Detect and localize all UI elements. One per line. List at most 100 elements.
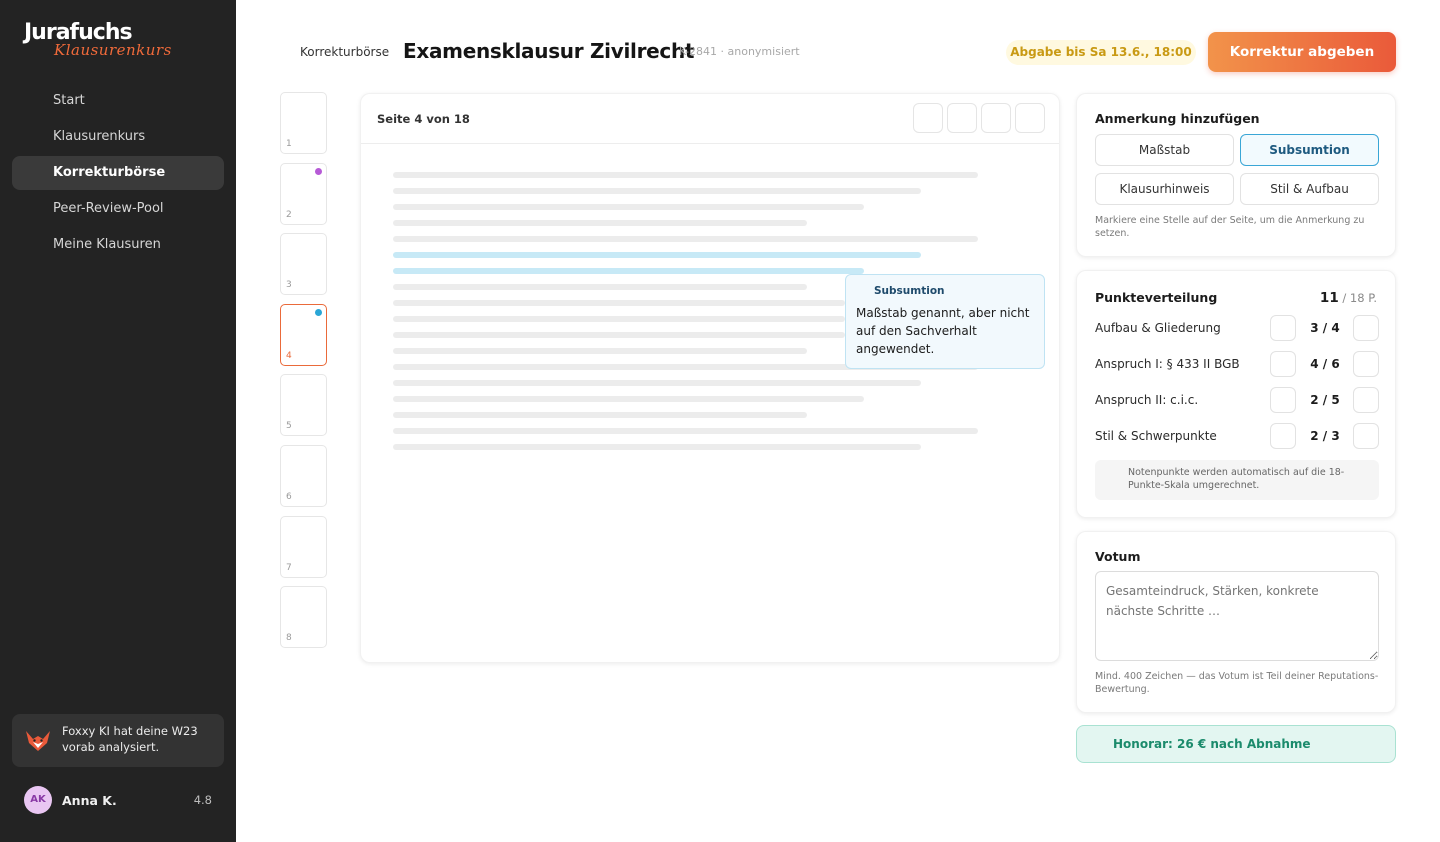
user-profile[interactable]: AK Anna K. 4.8: [24, 786, 214, 814]
text-line: [393, 300, 845, 306]
text-line: [393, 428, 978, 434]
text-line: [393, 316, 845, 322]
thumbnail-number: 1: [286, 139, 292, 149]
user-rating: 4.8: [193, 793, 212, 807]
annotation-type-stil-aufbau[interactable]: Stil & Aufbau: [1240, 173, 1379, 205]
scoring-card: Punkteverteilung 11 / 18 P. Aufbau & Gli…: [1076, 270, 1396, 518]
deadline-badge: Abgabe bis Sa 13.6., 18:00: [1006, 40, 1196, 65]
conversion-info-text: Notenpunkte werden automatisch auf die 1…: [1128, 467, 1345, 491]
increment-button[interactable]: [1353, 351, 1379, 377]
decrement-button[interactable]: [1270, 387, 1296, 413]
text-line: [393, 396, 864, 402]
page-thumbnails: 1 2 3 4 5 6 7 8: [280, 92, 328, 657]
page-thumbnail[interactable]: 1: [280, 92, 327, 154]
increment-button[interactable]: [1353, 423, 1379, 449]
text-line: [393, 188, 921, 194]
submit-correction-button[interactable]: Korrektur abgeben: [1208, 32, 1396, 72]
thumbnail-number: 2: [286, 209, 292, 220]
criterion-label: Anspruch I: § 433 II BGB: [1095, 357, 1240, 371]
votum-hint: Mind. 400 Zeichen — das Votum ist Teil d…: [1095, 671, 1379, 695]
logo-subtitle: Klausurenkurs: [54, 41, 172, 59]
nav-item-klausurenkurs[interactable]: Klausurenkurs: [12, 120, 224, 154]
text-line: [393, 236, 978, 242]
criterion-score: 3 / 4: [1310, 321, 1340, 335]
document-viewer: Seite 4 von 18 Subsumtion Maßstab genann…: [360, 93, 1060, 663]
text-line: [393, 284, 807, 290]
fox-icon: [26, 731, 50, 751]
viewer-toolbar: Seite 4 von 18: [361, 94, 1059, 144]
criterion-score: 4 / 6: [1310, 357, 1340, 371]
foxxy-message: Foxxy KI hat deine W23 vorab analysiert.: [62, 724, 198, 754]
page-title: Examensklausur Zivilrecht: [403, 39, 695, 63]
votum-input[interactable]: [1095, 571, 1379, 661]
zoom-in-icon[interactable]: [947, 103, 977, 133]
text-line: [393, 412, 807, 418]
thumbnail-number: 5: [286, 421, 292, 432]
annotation-card: Anmerkung hinzufügen Maßstab Subsumtion …: [1076, 93, 1396, 257]
increment-button[interactable]: [1353, 387, 1379, 413]
votum-card: Votum Mind. 400 Zeichen — das Votum ist …: [1076, 531, 1396, 713]
sidebar: Jurafuchs Klausurenkurs Start Klausurenk…: [0, 0, 236, 842]
annotation-text: Maßstab genannt, aber nicht auf den Sach…: [856, 306, 1030, 356]
nav-item-meine-klausuren[interactable]: Meine Klausuren: [12, 228, 224, 262]
page-thumbnail[interactable]: 6: [280, 444, 327, 507]
annotation-popover[interactable]: Subsumtion Maßstab genannt, aber nicht a…: [845, 274, 1045, 369]
criterion-score: 2 / 3: [1310, 429, 1340, 443]
page-thumbnail[interactable]: 2: [280, 162, 327, 225]
page-thumbnail[interactable]: 3: [280, 233, 327, 296]
text-line: [393, 444, 921, 450]
text-line: [393, 348, 807, 354]
criterion-label: Stil & Schwerpunkte: [1095, 429, 1217, 443]
thumbnail-number: 4: [286, 350, 292, 361]
nav-item-peer-review-pool[interactable]: Peer-Review-Pool: [12, 192, 224, 226]
text-line: [393, 204, 864, 210]
scoring-card-title: Punkteverteilung: [1095, 290, 1218, 305]
text-line: [393, 380, 921, 386]
criterion-label: Anspruch II: c.i.c.: [1095, 393, 1199, 407]
annotation-type-klausurhinweis[interactable]: Klausurhinweis: [1095, 173, 1234, 205]
highlighted-line[interactable]: [393, 268, 864, 274]
main-nav: Start Klausurenkurs Korrekturbörse Peer-…: [12, 84, 224, 264]
honorar-banner: Honorar: 26 € nach Abnahme: [1076, 725, 1396, 763]
breadcrumb[interactable]: Korrekturbörse: [300, 45, 389, 59]
votum-card-title: Votum: [1095, 549, 1141, 564]
decrement-button[interactable]: [1270, 351, 1296, 377]
annotation-hint: Markiere eine Stelle auf der Seite, um d…: [1095, 215, 1365, 239]
annotation-card-title: Anmerkung hinzufügen: [1095, 111, 1260, 126]
decrement-button[interactable]: [1270, 423, 1296, 449]
thumbnail-number: 3: [286, 280, 292, 291]
increment-button[interactable]: [1353, 315, 1379, 341]
score-total: 11 / 18 P.: [1320, 290, 1377, 306]
page-indicator: Seite 4 von 18: [377, 112, 470, 126]
nav-item-korrekturboerse[interactable]: Korrekturbörse: [12, 156, 224, 190]
annotation-category: Subsumtion: [874, 285, 945, 297]
annotation-dot: [315, 308, 322, 316]
score-total-max: / 18 P.: [1342, 291, 1377, 305]
criterion-score: 2 / 5: [1310, 393, 1340, 407]
thumbnail-number: 6: [286, 491, 292, 502]
thumbnail-number: 7: [286, 562, 292, 573]
avatar: AK: [24, 786, 52, 814]
page-thumbnail-active[interactable]: 4: [280, 303, 327, 366]
user-name: Anna K.: [62, 793, 117, 808]
page-thumbnail[interactable]: 5: [280, 374, 327, 437]
annotation-type-subsumtion[interactable]: Subsumtion: [1240, 134, 1379, 166]
text-line: [393, 220, 807, 226]
foxxy-notice[interactable]: Foxxy KI hat deine W23 vorab analysiert.: [12, 714, 224, 767]
conversion-info: Notenpunkte werden automatisch auf die 1…: [1095, 460, 1379, 500]
nav-item-start[interactable]: Start: [12, 84, 224, 118]
logo[interactable]: Jurafuchs Klausurenkurs: [24, 20, 172, 59]
page-thumbnail[interactable]: 8: [280, 586, 327, 649]
annotation-type-massstab[interactable]: Maßstab: [1095, 134, 1234, 166]
decrement-button[interactable]: [1270, 315, 1296, 341]
criterion-label: Aufbau & Gliederung: [1095, 321, 1221, 335]
page-thumbnail[interactable]: 7: [280, 515, 327, 578]
zoom-out-icon[interactable]: [913, 103, 943, 133]
annotation-dot: [315, 167, 322, 175]
thumbnail-number: 8: [286, 633, 292, 644]
highlight-icon[interactable]: [981, 103, 1011, 133]
score-total-value: 11: [1319, 290, 1339, 306]
text-line: [393, 172, 978, 178]
comment-icon[interactable]: [1015, 103, 1045, 133]
highlighted-line[interactable]: [393, 252, 921, 258]
